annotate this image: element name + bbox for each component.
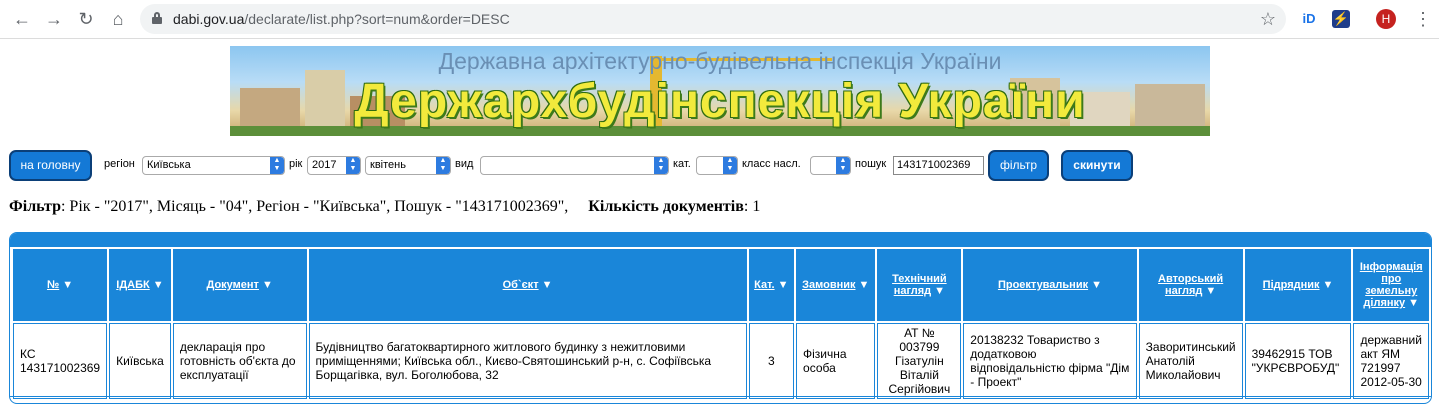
column-header-designer[interactable]: Проектувальник ▼ — [963, 249, 1137, 321]
table-header-row: № ▼ ІДАБК ▼ Документ ▼ Об`єкт ▼ Кат. ▼ Замовн… — [13, 249, 1429, 321]
sort-arrow-icon: ▼ — [152, 279, 164, 291]
more-menu-icon[interactable]: ⋮ — [1414, 9, 1432, 29]
profile-avatar[interactable]: Н — [1376, 9, 1396, 29]
month-select[interactable]: квітень ▲ ▼ — [365, 156, 451, 175]
home-icon[interactable]: ⌂ — [108, 9, 128, 29]
home-button[interactable]: на головну — [9, 150, 92, 181]
column-header-category[interactable]: Кат. ▼ — [748, 249, 795, 321]
document-count-label: Кількість документів — [588, 198, 744, 215]
forward-icon[interactable]: → — [44, 9, 64, 29]
sort-arrow-icon: ▼ — [261, 279, 273, 291]
chevron-updown-icon: ▲ ▼ — [436, 157, 450, 174]
column-header-tech-supervision[interactable]: Технічний нагляд ▼ — [877, 249, 962, 321]
column-header-idabk[interactable]: ІДАБК ▼ — [109, 249, 171, 321]
column-header-land-info[interactable]: Інформація про земельну ділянку ▼ — [1353, 249, 1429, 321]
banner-subtitle: Державна архітектурно-будівельна інспекц… — [438, 48, 1002, 74]
filter-summary: Фільтр: Рік - "2017", Місяць - "04", Рег… — [9, 198, 760, 216]
chevron-updown-icon: ▲ ▼ — [270, 157, 284, 174]
cell-category: 3 — [748, 323, 795, 399]
sort-arrow-icon: ▼ — [858, 279, 870, 291]
banner-title: Держархбудінспекція України — [354, 75, 1086, 128]
type-select[interactable]: ▲ ▼ — [480, 156, 669, 175]
sort-arrow-icon: ▼ — [62, 279, 74, 291]
back-icon[interactable]: ← — [12, 9, 32, 29]
category-label: кат. — [673, 158, 691, 170]
sort-arrow-icon: ▼ — [934, 285, 946, 297]
column-header-contractor[interactable]: Підрядник ▼ — [1244, 249, 1352, 321]
type-label: вид — [455, 158, 474, 170]
region-select[interactable]: Київська ▲ ▼ — [142, 156, 285, 175]
cell-num: КС 143171002369 — [13, 323, 108, 399]
region-label: регіон — [104, 158, 135, 170]
cell-designer: 20138232 Товариство з додатковою відпові… — [963, 323, 1137, 399]
chevron-updown-icon: ▲ ▼ — [836, 157, 850, 174]
extension-icon[interactable]: ⚡ — [1332, 10, 1350, 28]
lock-icon — [152, 12, 162, 24]
year-label: рік — [289, 158, 303, 170]
cell-author-supervision: Заворитинський Анатолій Миколайович — [1138, 323, 1243, 399]
category-select[interactable]: ▲ ▼ — [696, 156, 738, 175]
search-input[interactable]: 143171002369 — [893, 156, 984, 175]
sort-arrow-icon: ▼ — [777, 279, 789, 291]
sort-arrow-icon: ▼ — [1091, 279, 1102, 291]
chevron-updown-icon: ▲ ▼ — [723, 157, 737, 174]
sort-arrow-icon: ▼ — [1408, 297, 1420, 309]
column-header-object[interactable]: Об`єкт ▼ — [308, 249, 747, 321]
reset-button[interactable]: скинути — [1061, 150, 1133, 181]
search-label: пошук — [855, 158, 887, 170]
cell-idabk: Київська — [109, 323, 171, 399]
column-header-document[interactable]: Документ ▼ — [172, 249, 307, 321]
sort-arrow-icon: ▼ — [1322, 279, 1334, 291]
cell-object: Будівництво багатоквартирного житлового … — [308, 323, 747, 399]
class-label: класс насл. — [742, 158, 801, 170]
chevron-updown-icon: ▲ ▼ — [654, 157, 668, 174]
filter-summary-label: Фільтр — [9, 198, 61, 215]
cell-customer: Фізична особа — [796, 323, 876, 399]
cell-land-info: державний акт ЯМ 721997 2012-05-30 — [1353, 323, 1429, 399]
sort-arrow-icon: ▼ — [1205, 285, 1217, 297]
year-select[interactable]: 2017 ▲ ▼ — [307, 156, 361, 175]
chevron-updown-icon: ▲ ▼ — [346, 157, 360, 174]
cell-tech-supervision: АТ № 003799 Гізатулін Віталій Сергійович — [877, 323, 962, 399]
browser-toolbar: ← → ↻ ⌂ dabi.gov.ua/declarate/list.php?s… — [0, 0, 1439, 39]
extension-id-icon[interactable]: iD — [1300, 10, 1318, 28]
class-select[interactable]: ▲ ▼ — [810, 156, 851, 175]
url-text[interactable]: dabi.gov.ua/declarate/list.php?sort=num&… — [173, 11, 510, 27]
column-header-customer[interactable]: Замовник ▼ — [796, 249, 876, 321]
site-banner: Державна архітектурно-будівельна інспекц… — [230, 46, 1210, 136]
address-bar[interactable]: dabi.gov.ua/declarate/list.php?sort=num&… — [140, 4, 1286, 34]
filter-button[interactable]: фільтр — [988, 150, 1049, 181]
document-count-value: : 1 — [743, 198, 761, 215]
column-header-num[interactable]: № ▼ — [13, 249, 108, 321]
cell-document: декларація про готовність об'єкта до екс… — [172, 323, 307, 399]
table-row: КС 143171002369 Київська декларація про … — [13, 323, 1429, 399]
reload-icon[interactable]: ↻ — [76, 9, 96, 29]
sort-arrow-icon: ▼ — [541, 279, 553, 291]
bookmark-star-icon[interactable]: ☆ — [1260, 9, 1276, 30]
column-header-author-supervision[interactable]: Авторський нагляд ▼ — [1138, 249, 1243, 321]
filter-summary-text: : Рік - "2017", Місяць - "04", Регіон - … — [60, 198, 569, 215]
cell-contractor: 39462915 ТОВ "УКРЄВРОБУД" — [1244, 323, 1352, 399]
results-table: № ▼ ІДАБК ▼ Документ ▼ Об`єкт ▼ Кат. ▼ Замовн… — [9, 232, 1432, 404]
